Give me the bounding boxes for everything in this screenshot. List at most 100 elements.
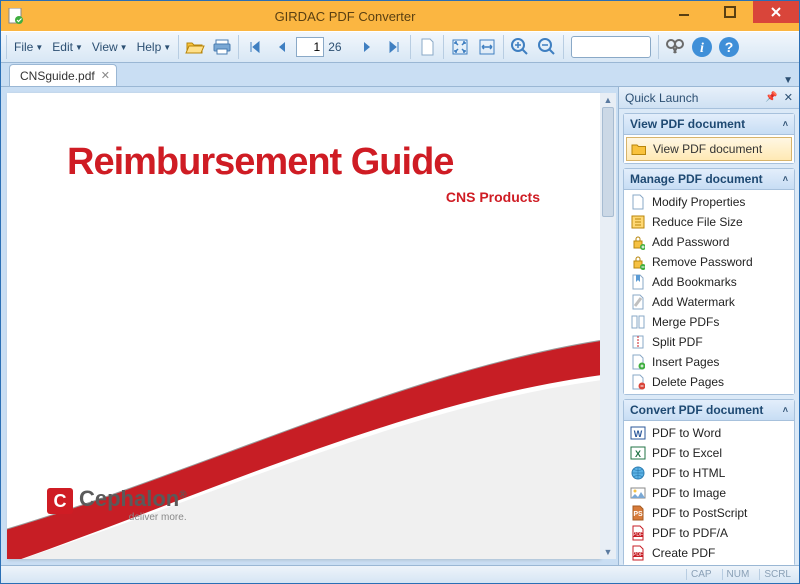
new-page-button[interactable] [414, 34, 440, 60]
item-add-password[interactable]: Add Password [626, 232, 792, 252]
item-view-pdf-document[interactable]: View PDF document [626, 137, 792, 161]
info-button[interactable]: i [689, 34, 715, 60]
item-modify-properties[interactable]: Modify Properties [626, 192, 792, 212]
prev-page-button[interactable] [269, 34, 295, 60]
watermark-icon [630, 294, 646, 310]
section-head-manage[interactable]: Manage PDF document ˄ [624, 169, 794, 190]
postscript-icon: PS [630, 505, 646, 521]
find-button[interactable] [662, 34, 688, 60]
zoom-in-button[interactable] [507, 34, 533, 60]
section-head-view[interactable]: View PDF document ˄ [624, 114, 794, 135]
search-input[interactable] [571, 36, 651, 58]
status-num: NUM [722, 569, 754, 580]
menu-view[interactable]: View▼ [88, 37, 132, 57]
section-head-convert[interactable]: Convert PDF document ˄ [624, 400, 794, 421]
status-scrl: SCRL [759, 569, 795, 580]
scrollbar-thumb[interactable] [602, 107, 614, 217]
document-subtitle: CNS Products [446, 189, 540, 205]
chevron-down-icon: ▼ [163, 43, 171, 52]
print-button[interactable] [209, 34, 235, 60]
help-button[interactable]: ? [716, 34, 742, 60]
item-merge-pdfs[interactable]: Merge PDFs [626, 312, 792, 332]
tab-label: CNSguide.pdf [20, 69, 95, 83]
viewer-area: Reimbursement Guide CNS Products C Cepha… [1, 87, 619, 565]
compress-icon [630, 214, 646, 230]
logo-name: Cephalon® [79, 488, 187, 510]
word-icon: W [630, 425, 646, 441]
open-button[interactable] [182, 34, 208, 60]
merge-icon [630, 314, 646, 330]
document-page[interactable]: Reimbursement Guide CNS Products C Cepha… [7, 93, 600, 559]
item-insert-pages[interactable]: Insert Pages [626, 352, 792, 372]
document-title: Reimbursement Guide [67, 141, 453, 184]
excel-icon: X [630, 445, 646, 461]
lock-add-icon [630, 234, 646, 250]
close-tab-icon[interactable]: ✕ [101, 69, 110, 82]
section-manage-pdf: Manage PDF document ˄ Modify Properties … [623, 168, 795, 395]
svg-text:PDF: PDF [633, 552, 643, 558]
page-number-input[interactable] [296, 37, 324, 57]
status-cap: CAP [686, 569, 716, 580]
item-pdf-to-word[interactable]: WPDF to Word [626, 423, 792, 443]
bookmark-icon [630, 274, 646, 290]
logo-mark-icon: C [47, 488, 73, 514]
chevron-down-icon: ▼ [75, 43, 83, 52]
item-pdf-to-pdfa[interactable]: PDFPDF to PDF/A [626, 523, 792, 543]
svg-text:X: X [635, 449, 641, 459]
svg-text:?: ? [725, 39, 734, 55]
chevron-down-icon: ▼ [120, 43, 128, 52]
item-remove-password[interactable]: Remove Password [626, 252, 792, 272]
page-icon [630, 194, 646, 210]
window-title: GIRDAC PDF Converter [29, 9, 661, 24]
menu-help[interactable]: Help▼ [133, 37, 176, 57]
pin-icon[interactable]: 📌 [765, 92, 777, 103]
split-icon [630, 334, 646, 350]
item-pdf-to-html[interactable]: PDF to HTML [626, 463, 792, 483]
document-tab[interactable]: CNSguide.pdf ✕ [9, 64, 117, 86]
collapse-icon: ˄ [783, 174, 788, 184]
logo-tagline: deliver more. [79, 512, 187, 523]
section-view-pdf: View PDF document ˄ View PDF document [623, 113, 795, 164]
last-page-button[interactable] [381, 34, 407, 60]
collapse-icon: ˄ [783, 119, 788, 129]
menu-edit[interactable]: Edit▼ [48, 37, 87, 57]
item-pdf-to-postscript[interactable]: PSPDF to PostScript [626, 503, 792, 523]
scroll-up-icon[interactable]: ▲ [600, 93, 616, 107]
svg-text:PDF: PDF [633, 532, 643, 538]
svg-text:i: i [700, 41, 704, 56]
fit-page-button[interactable] [447, 34, 473, 60]
background-swoosh [7, 329, 600, 559]
menu-file[interactable]: File▼ [10, 37, 47, 57]
panel-header: Quick Launch 📌 ✕ [619, 87, 799, 109]
close-panel-icon[interactable]: ✕ [784, 91, 793, 104]
item-add-bookmarks[interactable]: Add Bookmarks [626, 272, 792, 292]
item-reduce-file-size[interactable]: Reduce File Size [626, 212, 792, 232]
fit-width-button[interactable] [474, 34, 500, 60]
tabstrip: CNSguide.pdf ✕ ▼ [1, 63, 799, 87]
html-icon [630, 465, 646, 481]
close-button[interactable] [753, 1, 799, 23]
insert-page-icon [630, 354, 646, 370]
scroll-down-icon[interactable]: ▼ [600, 545, 616, 559]
item-split-pdf[interactable]: Split PDF [626, 332, 792, 352]
item-pdf-to-excel[interactable]: XPDF to Excel [626, 443, 792, 463]
pdf-icon: PDF [630, 545, 646, 561]
next-page-button[interactable] [354, 34, 380, 60]
pdfa-icon: PDF [630, 525, 646, 541]
delete-page-icon [630, 374, 646, 390]
vertical-scrollbar[interactable]: ▲ ▼ [600, 93, 616, 559]
svg-text:PS: PS [633, 511, 643, 518]
page-total-label: 26 [325, 40, 353, 54]
toolbar: File▼ Edit▼ View▼ Help▼ 26 i ? [1, 31, 799, 63]
tab-menu-button[interactable]: ▼ [783, 75, 793, 86]
item-create-pdf[interactable]: PDFCreate PDF [626, 543, 792, 563]
item-pdf-to-image[interactable]: PDF to Image [626, 483, 792, 503]
minimize-button[interactable] [661, 1, 707, 23]
maximize-button[interactable] [707, 1, 753, 23]
window-controls [661, 1, 799, 31]
lock-remove-icon [630, 254, 646, 270]
first-page-button[interactable] [242, 34, 268, 60]
item-delete-pages[interactable]: Delete Pages [626, 372, 792, 392]
item-add-watermark[interactable]: Add Watermark [626, 292, 792, 312]
zoom-out-button[interactable] [534, 34, 560, 60]
